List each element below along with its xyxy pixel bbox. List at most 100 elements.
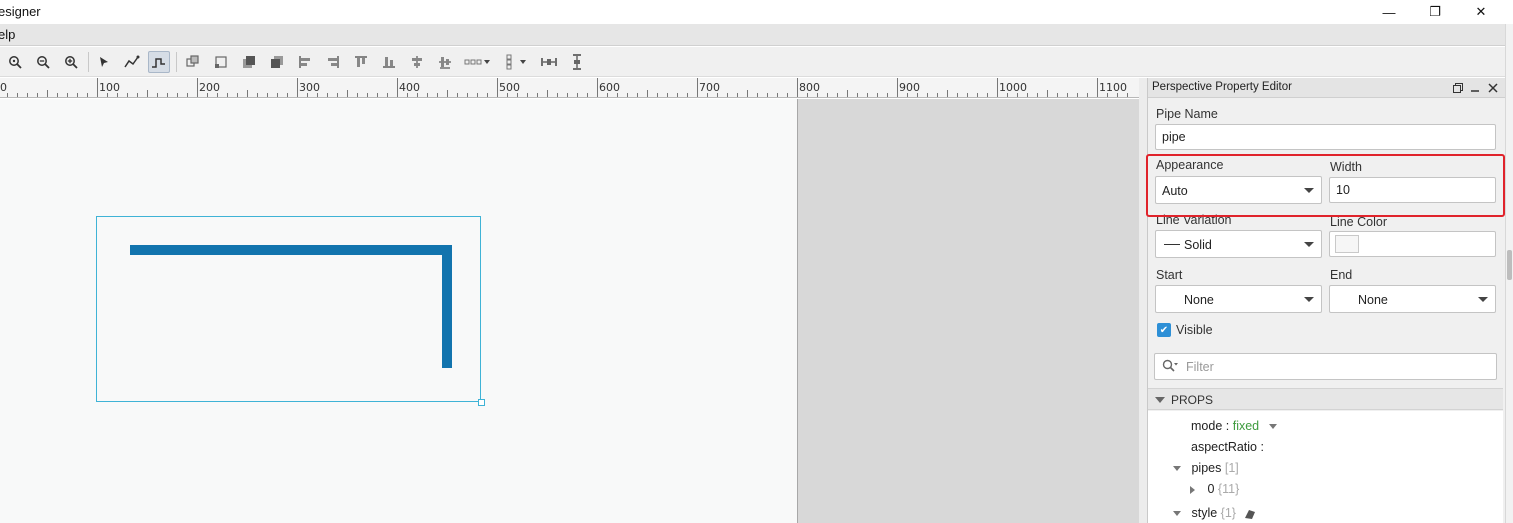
ruler-tick [597,78,598,97]
start-dropdown[interactable]: None [1155,285,1322,313]
window-title: esigner [0,4,41,19]
ruler-tick [377,93,378,97]
align-bottom-button[interactable] [378,51,400,73]
props-section-header[interactable]: PROPS [1148,388,1503,410]
ruler-tick [767,93,768,97]
group-icon [186,55,199,67]
zoom-actual-button[interactable] [4,51,26,73]
ruler-tick [827,93,828,97]
ruler-label: 500 [499,81,520,94]
ruler-tick [867,93,868,97]
select-tool-button[interactable] [93,51,115,73]
maximize-icon: ❐ [1429,4,1441,19]
ruler-tick [447,90,448,97]
tree-row-style[interactable]: style {1} [1173,506,1257,520]
tree-row-mode[interactable]: mode : fixed [1191,419,1277,433]
restore-panel-button[interactable] [1451,80,1465,96]
end-dropdown[interactable]: None [1329,285,1496,313]
ruler-label: 1000 [999,81,1027,94]
visible-label: Visible [1176,323,1213,337]
group-button[interactable] [182,51,204,73]
ruler-tick [797,78,798,97]
chevron-down-icon[interactable] [1268,424,1277,430]
ruler-tick [677,93,678,97]
expand-icon[interactable] [1190,485,1195,494]
close-panel-button[interactable] [1486,80,1500,96]
menu-help[interactable]: elp [0,27,15,42]
distribute-h-button[interactable] [462,51,492,73]
ruler-tick [1087,93,1088,97]
props-title: PROPS [1171,393,1214,407]
ruler-tick [897,78,898,97]
splitter[interactable] [1139,78,1147,523]
ruler-tick [877,93,878,97]
ruler-tick [727,93,728,97]
ruler-label: 100 [99,81,120,94]
ungroup-button[interactable] [210,51,232,73]
align-right-button[interactable] [322,51,344,73]
pipe-tool-button[interactable] [148,51,170,73]
tree-row-pipes[interactable]: pipes [1] [1173,461,1239,475]
toolbar-separator [88,52,89,72]
ruler-tick [127,93,128,97]
pen-tool-button[interactable] [121,51,143,73]
zoom-in-button[interactable] [60,51,82,73]
ruler-tick [1057,93,1058,97]
ruler-tick [177,93,178,97]
tree-row-pipe-0[interactable]: 0 {11} [1190,482,1239,496]
zoom-out-button[interactable] [32,51,54,73]
space-h-button[interactable] [538,51,560,73]
close-button[interactable]: ✕ [1458,0,1504,24]
align-left-button[interactable] [294,51,316,73]
minimize-button[interactable]: — [1366,0,1412,24]
align-top-button[interactable] [350,51,372,73]
panel-header: Perspective Property Editor [1148,78,1506,98]
distribute-v-button[interactable] [500,51,530,73]
minimize-icon: — [1382,4,1396,20]
space-v-button[interactable] [566,51,588,73]
ruler-tick [57,93,58,97]
tree-row-aspect-ratio[interactable]: aspectRatio : [1191,440,1264,454]
ruler-tick [497,78,498,97]
expand-icon[interactable] [1173,466,1181,472]
style-paint-icon[interactable] [1243,508,1257,520]
bring-front-button[interactable] [238,51,260,73]
ruler-tick [187,93,188,97]
send-back-button[interactable] [266,51,288,73]
ruler-tick [837,93,838,97]
line-variation-dropdown[interactable]: Solid [1155,230,1322,258]
ruler-tick [477,93,478,97]
resize-handle[interactable] [478,399,485,406]
ruler-tick [537,93,538,97]
pipe-name-field[interactable]: pipe [1155,124,1496,150]
prop-key: 0 [1207,482,1215,496]
filter-input[interactable]: Filter [1154,353,1497,380]
ruler-tick [67,93,68,97]
ruler-tick [687,93,688,97]
prop-value[interactable]: fixed [1233,419,1259,433]
ruler-tick [737,93,738,97]
filter-placeholder: Filter [1186,360,1214,374]
ruler-tick [657,93,658,97]
ruler-tick [747,90,748,97]
ruler-tick [137,93,138,97]
scrollbar-thumb[interactable] [1507,250,1512,280]
solid-line-icon [1164,244,1180,245]
prop-key: pipes [1191,461,1222,475]
ruler-tick [357,93,358,97]
align-center-h-button[interactable] [406,51,428,73]
maximize-button[interactable]: ❐ [1412,0,1458,24]
ruler-tick [937,93,938,97]
align-center-v-button[interactable] [434,51,456,73]
minimize-panel-button[interactable] [1468,80,1482,96]
ruler-label: 0 [0,81,7,94]
visible-checkbox[interactable]: ✔ [1157,323,1171,337]
ruler-tick [587,93,588,97]
expand-icon[interactable] [1173,511,1181,517]
ruler-tick [77,93,78,97]
checkmark-icon: ✔ [1159,324,1169,336]
pen-tool-icon [124,55,140,68]
color-swatch[interactable] [1335,235,1359,253]
ruler-tick [967,93,968,97]
selection-box[interactable] [96,216,481,402]
